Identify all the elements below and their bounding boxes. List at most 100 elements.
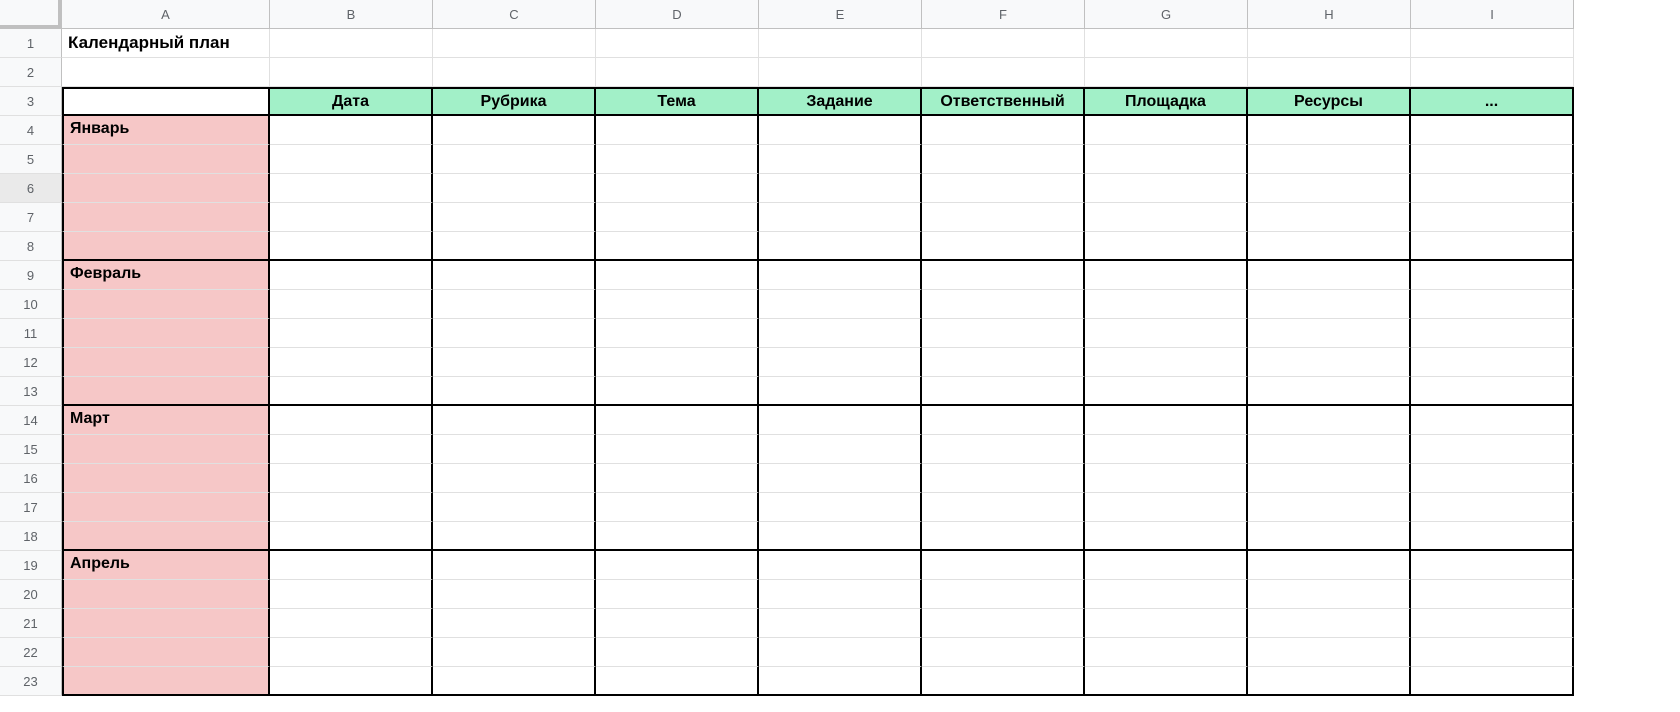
cell-i5[interactable] <box>1411 145 1574 174</box>
cell-b14[interactable] <box>270 406 433 435</box>
row-header-4[interactable]: 4 <box>0 116 62 145</box>
row-header-13[interactable]: 13 <box>0 377 62 406</box>
cell-b23[interactable] <box>270 667 433 696</box>
cell-h2[interactable] <box>1248 58 1411 87</box>
col-header-i[interactable]: I <box>1411 0 1574 29</box>
cell-b11[interactable] <box>270 319 433 348</box>
cell-c17[interactable] <box>433 493 596 522</box>
cell-f14[interactable] <box>922 406 1085 435</box>
cell-a20[interactable] <box>62 580 270 609</box>
cell-d15[interactable] <box>596 435 759 464</box>
cell-g8[interactable] <box>1085 232 1248 261</box>
cell-i7[interactable] <box>1411 203 1574 232</box>
cell-i16[interactable] <box>1411 464 1574 493</box>
cell-d19[interactable] <box>596 551 759 580</box>
cell-e13[interactable] <box>759 377 922 406</box>
cell-i14[interactable] <box>1411 406 1574 435</box>
cell-d9[interactable] <box>596 261 759 290</box>
cell-h10[interactable] <box>1248 290 1411 319</box>
col-header-a[interactable]: A <box>62 0 270 29</box>
cell-h23[interactable] <box>1248 667 1411 696</box>
cell-d8[interactable] <box>596 232 759 261</box>
cell-b12[interactable] <box>270 348 433 377</box>
cell-d16[interactable] <box>596 464 759 493</box>
cell-f7[interactable] <box>922 203 1085 232</box>
cell-i21[interactable] <box>1411 609 1574 638</box>
cell-a12[interactable] <box>62 348 270 377</box>
cell-b19[interactable] <box>270 551 433 580</box>
cell-d21[interactable] <box>596 609 759 638</box>
row-header-12[interactable]: 12 <box>0 348 62 377</box>
cell-b5[interactable] <box>270 145 433 174</box>
cell-e6[interactable] <box>759 174 922 203</box>
cell-f12[interactable] <box>922 348 1085 377</box>
cell-g4[interactable] <box>1085 116 1248 145</box>
cell-f20[interactable] <box>922 580 1085 609</box>
cell-d22[interactable] <box>596 638 759 667</box>
cell-g5[interactable] <box>1085 145 1248 174</box>
cell-b10[interactable] <box>270 290 433 319</box>
cell-g19[interactable] <box>1085 551 1248 580</box>
cell-f21[interactable] <box>922 609 1085 638</box>
cell-i22[interactable] <box>1411 638 1574 667</box>
cell-e1[interactable] <box>759 29 922 58</box>
cell-f11[interactable] <box>922 319 1085 348</box>
cell-d17[interactable] <box>596 493 759 522</box>
col-header-d[interactable]: D <box>596 0 759 29</box>
cell-h19[interactable] <box>1248 551 1411 580</box>
cell-c6[interactable] <box>433 174 596 203</box>
cell-f8[interactable] <box>922 232 1085 261</box>
cell-a2[interactable] <box>62 58 270 87</box>
cell-h14[interactable] <box>1248 406 1411 435</box>
cell-d14[interactable] <box>596 406 759 435</box>
cell-i9[interactable] <box>1411 261 1574 290</box>
cell-g16[interactable] <box>1085 464 1248 493</box>
cell-a13[interactable] <box>62 377 270 406</box>
row-header-16[interactable]: 16 <box>0 464 62 493</box>
cell-g23[interactable] <box>1085 667 1248 696</box>
cell-b22[interactable] <box>270 638 433 667</box>
cell-b6[interactable] <box>270 174 433 203</box>
cell-f3-header-responsible[interactable]: Ответственный <box>922 87 1085 116</box>
cell-c21[interactable] <box>433 609 596 638</box>
cell-f1[interactable] <box>922 29 1085 58</box>
cell-a7[interactable] <box>62 203 270 232</box>
cell-d23[interactable] <box>596 667 759 696</box>
cell-c13[interactable] <box>433 377 596 406</box>
cell-e21[interactable] <box>759 609 922 638</box>
row-header-14[interactable]: 14 <box>0 406 62 435</box>
cell-f10[interactable] <box>922 290 1085 319</box>
cell-i1[interactable] <box>1411 29 1574 58</box>
cell-d3-header-topic[interactable]: Тема <box>596 87 759 116</box>
cell-f22[interactable] <box>922 638 1085 667</box>
cell-i19[interactable] <box>1411 551 1574 580</box>
cell-f9[interactable] <box>922 261 1085 290</box>
row-header-1[interactable]: 1 <box>0 29 62 58</box>
cell-a19-month-april[interactable]: Апрель <box>62 551 270 580</box>
cell-d5[interactable] <box>596 145 759 174</box>
cell-e16[interactable] <box>759 464 922 493</box>
cell-e4[interactable] <box>759 116 922 145</box>
cell-g17[interactable] <box>1085 493 1248 522</box>
cell-h3-header-resources[interactable]: Ресурсы <box>1248 87 1411 116</box>
row-header-5[interactable]: 5 <box>0 145 62 174</box>
cell-g12[interactable] <box>1085 348 1248 377</box>
cell-a11[interactable] <box>62 319 270 348</box>
col-header-e[interactable]: E <box>759 0 922 29</box>
col-header-h[interactable]: H <box>1248 0 1411 29</box>
cell-g1[interactable] <box>1085 29 1248 58</box>
cell-a9-month-february[interactable]: Февраль <box>62 261 270 290</box>
cell-e10[interactable] <box>759 290 922 319</box>
cell-b9[interactable] <box>270 261 433 290</box>
col-header-c[interactable]: C <box>433 0 596 29</box>
cell-g7[interactable] <box>1085 203 1248 232</box>
cell-a21[interactable] <box>62 609 270 638</box>
cell-g3-header-platform[interactable]: Площадка <box>1085 87 1248 116</box>
cell-e14[interactable] <box>759 406 922 435</box>
cell-e23[interactable] <box>759 667 922 696</box>
row-header-18[interactable]: 18 <box>0 522 62 551</box>
cell-i13[interactable] <box>1411 377 1574 406</box>
cell-a8[interactable] <box>62 232 270 261</box>
cell-h18[interactable] <box>1248 522 1411 551</box>
cell-d4[interactable] <box>596 116 759 145</box>
